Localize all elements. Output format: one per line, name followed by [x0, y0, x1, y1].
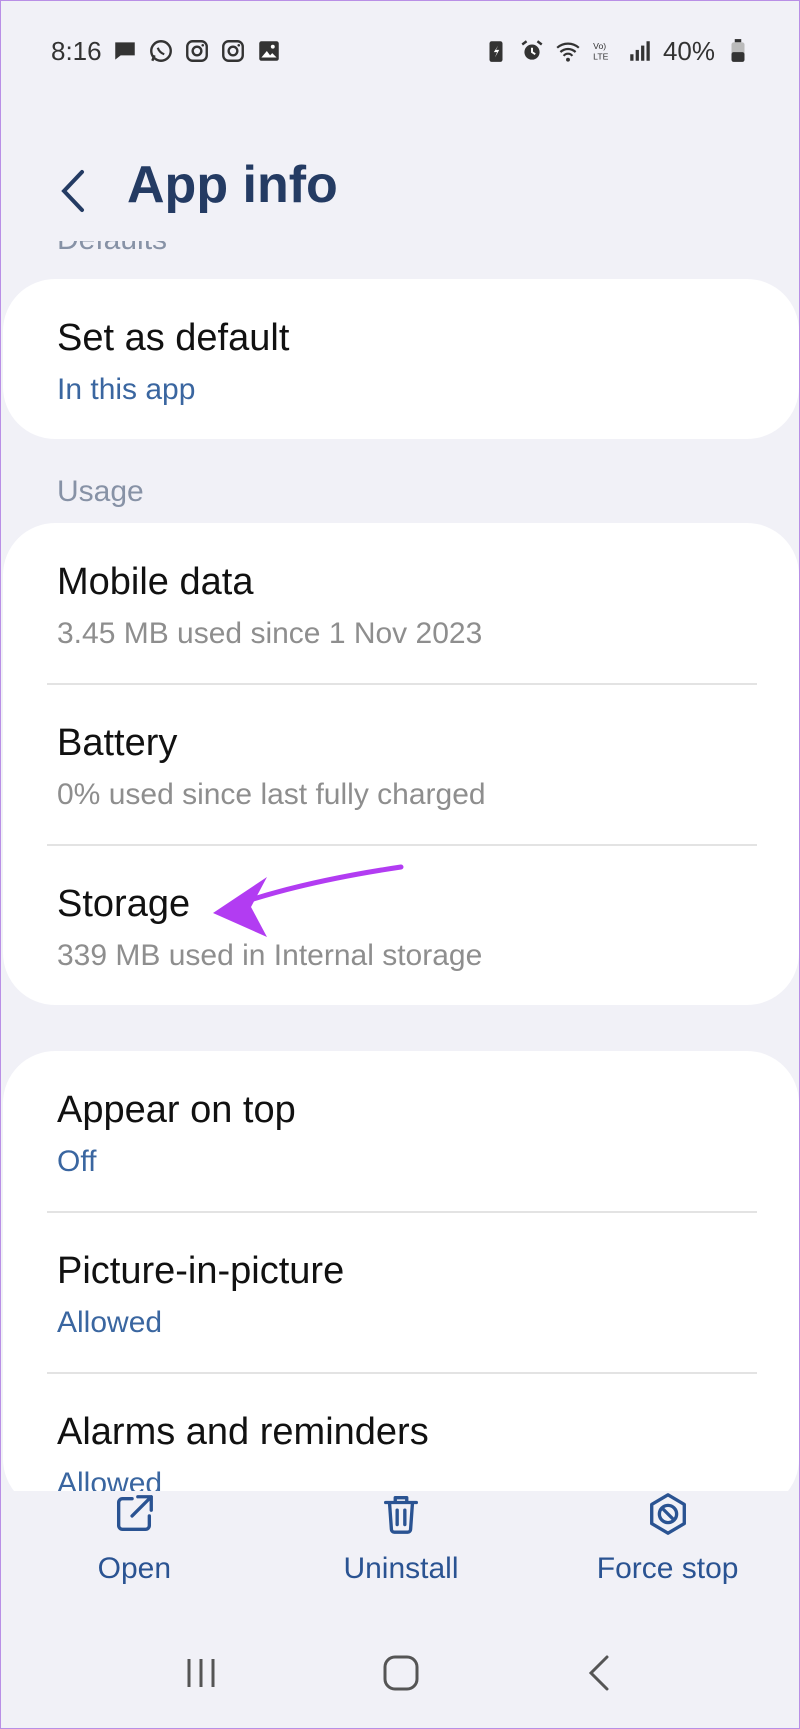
- app-header: App info: [1, 141, 800, 241]
- signal-icon: [627, 38, 653, 64]
- list-item-picture-in-picture[interactable]: Picture-in-picture Allowed: [3, 1212, 799, 1372]
- uninstall-label: Uninstall: [343, 1552, 459, 1585]
- chevron-left-icon: [61, 170, 84, 212]
- status-bar: 8:16 Vo) LTE 40%: [1, 1, 800, 101]
- item-title: Mobile data: [57, 561, 254, 603]
- recents-icon: [187, 1659, 215, 1687]
- list-item-set-as-default[interactable]: Set as default In this app: [3, 279, 799, 439]
- gallery-icon: [256, 38, 282, 64]
- battery-saver-icon: [483, 38, 509, 64]
- wifi-icon: [555, 38, 581, 64]
- chat-icon: [112, 38, 138, 64]
- recents-button[interactable]: [179, 1651, 223, 1700]
- whatsapp-icon: [148, 38, 174, 64]
- item-subtitle: Allowed: [57, 1306, 163, 1339]
- system-nav-bar: [1, 1621, 800, 1729]
- status-time: 8:16: [51, 35, 102, 66]
- volte-icon: Vo) LTE: [591, 38, 617, 64]
- trash-icon: [378, 1491, 424, 1542]
- alarm-icon: [519, 38, 545, 64]
- uninstall-button[interactable]: Uninstall: [291, 1491, 511, 1586]
- settings-list[interactable]: Defaults Set as default In this app Usag…: [1, 241, 800, 1491]
- open-button[interactable]: Open: [24, 1491, 244, 1586]
- open-label: Open: [97, 1552, 172, 1585]
- chevron-left-icon: [588, 1655, 609, 1691]
- list-item-alarms-and-reminders[interactable]: Alarms and reminders Allowed: [3, 1373, 799, 1491]
- open-external-icon: [111, 1491, 157, 1542]
- status-right: Vo) LTE 40%: [483, 36, 751, 67]
- annotation-arrow-icon: [213, 864, 404, 937]
- card-other: Appear on top Off Picture-in-picture All…: [3, 1051, 799, 1491]
- nav-back-button[interactable]: [579, 1651, 623, 1700]
- status-left: 8:16: [51, 36, 282, 67]
- svg-text:Vo): Vo): [593, 41, 606, 51]
- force-stop-label: Force stop: [596, 1552, 739, 1585]
- home-button[interactable]: [379, 1651, 423, 1700]
- section-header-usage: Usage: [57, 475, 144, 508]
- list-item-appear-on-top[interactable]: Appear on top Off: [3, 1051, 799, 1211]
- bottom-actions: Open Uninstall Force stop: [1, 1491, 800, 1611]
- force-stop-button[interactable]: Force stop: [558, 1491, 778, 1586]
- item-subtitle: 3.45 MB used since 1 Nov 2023: [57, 617, 483, 650]
- item-title: Picture-in-picture: [57, 1250, 345, 1292]
- section-header-defaults: Defaults: [57, 241, 167, 257]
- battery-percent: 40%: [662, 35, 715, 66]
- svg-text:LTE: LTE: [593, 52, 608, 62]
- page-title: App info: [127, 156, 338, 214]
- battery-icon: [725, 38, 751, 64]
- card-defaults: Set as default In this app: [3, 279, 799, 439]
- item-subtitle: 0% used since last fully charged: [57, 778, 486, 811]
- list-item-battery[interactable]: Battery 0% used since last fully charged: [3, 684, 799, 844]
- home-icon: [383, 1655, 419, 1691]
- item-subtitle: In this app: [57, 373, 196, 406]
- instagram-icon: [184, 38, 210, 64]
- instagram-icon: [220, 38, 246, 64]
- list-item-mobile-data[interactable]: Mobile data 3.45 MB used since 1 Nov 202…: [3, 523, 799, 683]
- item-title: Battery: [57, 722, 178, 764]
- stop-icon: [645, 1491, 691, 1542]
- back-button[interactable]: [53, 161, 93, 221]
- item-title: Alarms and reminders: [57, 1411, 429, 1453]
- item-title: Appear on top: [57, 1089, 296, 1131]
- item-title: Storage: [57, 883, 191, 925]
- item-subtitle: Off: [57, 1145, 97, 1178]
- item-subtitle: Allowed: [57, 1467, 163, 1491]
- item-title: Set as default: [57, 317, 290, 359]
